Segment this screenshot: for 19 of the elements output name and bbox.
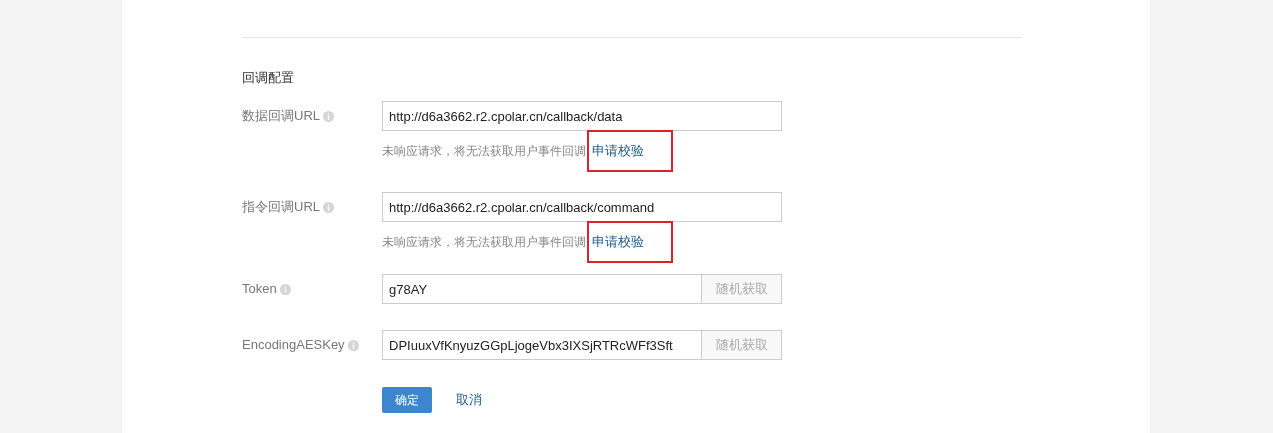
hint-text: 未响应请求，将无法获取用户事件回调 [382,143,586,160]
field-label: 数据回调URL [242,107,320,126]
info-icon [323,110,334,122]
verify-link[interactable]: 申请校验 [592,232,644,252]
verify-link[interactable]: 申请校验 [592,141,644,161]
info-icon [323,201,334,213]
hint-text: 未响应请求，将无法获取用户事件回调 [382,234,586,251]
cancel-link[interactable]: 取消 [456,390,482,410]
input-field[interactable]: g78AY [382,274,702,304]
input-field[interactable]: http://d6a3662.r2.cpolar.cn/callback/data [382,101,782,131]
confirm-button[interactable]: 确定 [382,387,432,413]
section-title: 回调配置 [242,70,295,86]
input-field[interactable]: DPIuuxVfKnyuzGGpLjogeVbx3IXSjRTRcWFf3Sft [382,330,702,360]
field-label: 指令回调URL [242,198,320,217]
field-label: Token [242,280,277,299]
input-field[interactable]: http://d6a3662.r2.cpolar.cn/callback/command [382,192,782,222]
info-icon [347,339,359,351]
info-icon [279,283,291,295]
field-label: EncodingAESKey [242,336,345,355]
